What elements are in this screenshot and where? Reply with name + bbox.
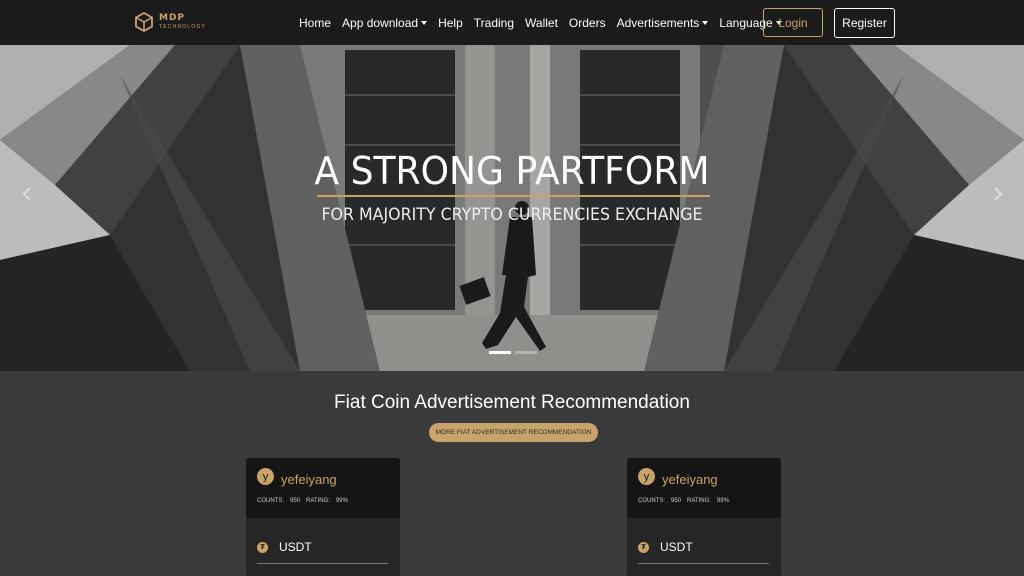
- logo-cube-icon: [134, 11, 154, 33]
- nav-home-label: Home: [299, 15, 332, 30]
- logo-main-text: MDP: [159, 13, 186, 23]
- nav-wallet-label: Wallet: [525, 15, 558, 30]
- ad-stats: COUNTS: 950 RATING: 99%: [638, 498, 735, 504]
- top-navbar: MDP TECHNOLOGY Home App download Help Tr…: [0, 0, 1024, 45]
- hero-title: A STRONG PARTFORM: [314, 149, 710, 193]
- ad-username[interactable]: yefeiyang: [281, 472, 337, 487]
- ad-stats: COUNTS: 950 RATING: 99%: [257, 498, 354, 504]
- divider: [638, 563, 769, 564]
- rating-label: RATING:: [687, 498, 711, 504]
- rating-value: 99%: [716, 498, 729, 504]
- coin-name: USDT: [279, 540, 312, 554]
- nav-help[interactable]: Help: [438, 16, 463, 30]
- carousel-indicator-1[interactable]: [489, 351, 511, 354]
- nav-app-download[interactable]: App download: [342, 15, 428, 30]
- ad-card-header: y yefeiyang COUNTS: 950 RATING: 99%: [627, 458, 781, 518]
- tether-icon: ₮: [638, 541, 649, 553]
- ad-card[interactable]: y yefeiyang COUNTS: 950 RATING: 99% ₮ US…: [246, 458, 400, 576]
- counts-value: 950: [671, 498, 682, 504]
- ad-username[interactable]: yefeiyang: [662, 472, 718, 487]
- caret-down-icon: [702, 20, 709, 25]
- nav-home[interactable]: Home: [299, 16, 331, 30]
- logo-sub-text: TECHNOLOGY: [159, 24, 207, 30]
- counts-label: COUNTS:: [638, 498, 665, 504]
- caret-down-icon: [421, 20, 428, 25]
- coin-name: USDT: [660, 540, 693, 554]
- rating-label: RATING:: [306, 498, 330, 504]
- more-fiat-ads-button[interactable]: MORE FIAT ADVERTISEMENT RECOMMENDATION: [429, 423, 598, 442]
- carousel-indicators: [489, 351, 541, 354]
- rating-value: 99%: [335, 498, 348, 504]
- carousel-indicator-2[interactable]: [515, 351, 537, 354]
- ad-card[interactable]: y yefeiyang COUNTS: 950 RATING: 99% ₮ US…: [627, 458, 781, 576]
- main-nav: Home App download Help Trading Wallet Or…: [299, 0, 793, 45]
- coin-row: ₮ USDT: [257, 540, 312, 554]
- brand-logo[interactable]: MDP TECHNOLOGY: [134, 10, 206, 34]
- ad-card-header: y yefeiyang COUNTS: 950 RATING: 99%: [246, 458, 400, 518]
- nav-orders[interactable]: Orders: [569, 16, 606, 30]
- register-button[interactable]: Register: [834, 8, 895, 38]
- section-title: Fiat Coin Advertisement Recommendation: [334, 392, 690, 413]
- login-button[interactable]: Login: [763, 8, 823, 37]
- tether-icon: ₮: [257, 541, 268, 553]
- nav-help-label: Help: [438, 15, 463, 30]
- nav-app-download-label: App download: [342, 15, 419, 30]
- nav-trading-label: Trading: [473, 15, 515, 30]
- avatar: y: [638, 468, 655, 485]
- coin-row: ₮ USDT: [638, 540, 693, 554]
- hero-subtitle: FOR MAJORITY CRYPTO CURRENCIES EXCHANGE: [321, 205, 703, 225]
- counts-value: 950: [290, 498, 301, 504]
- counts-label: COUNTS:: [257, 498, 284, 504]
- divider: [257, 563, 388, 564]
- hero-carousel: A STRONG PARTFORM FOR MAJORITY CRYPTO CU…: [0, 45, 1024, 371]
- avatar: y: [257, 468, 274, 485]
- nav-advertisements-label: Advertisements: [616, 15, 700, 30]
- nav-advertisements[interactable]: Advertisements: [617, 16, 709, 30]
- nav-trading[interactable]: Trading: [474, 16, 514, 30]
- nav-wallet[interactable]: Wallet: [525, 16, 558, 30]
- nav-orders-label: Orders: [568, 15, 606, 30]
- hero-divider: [317, 195, 710, 197]
